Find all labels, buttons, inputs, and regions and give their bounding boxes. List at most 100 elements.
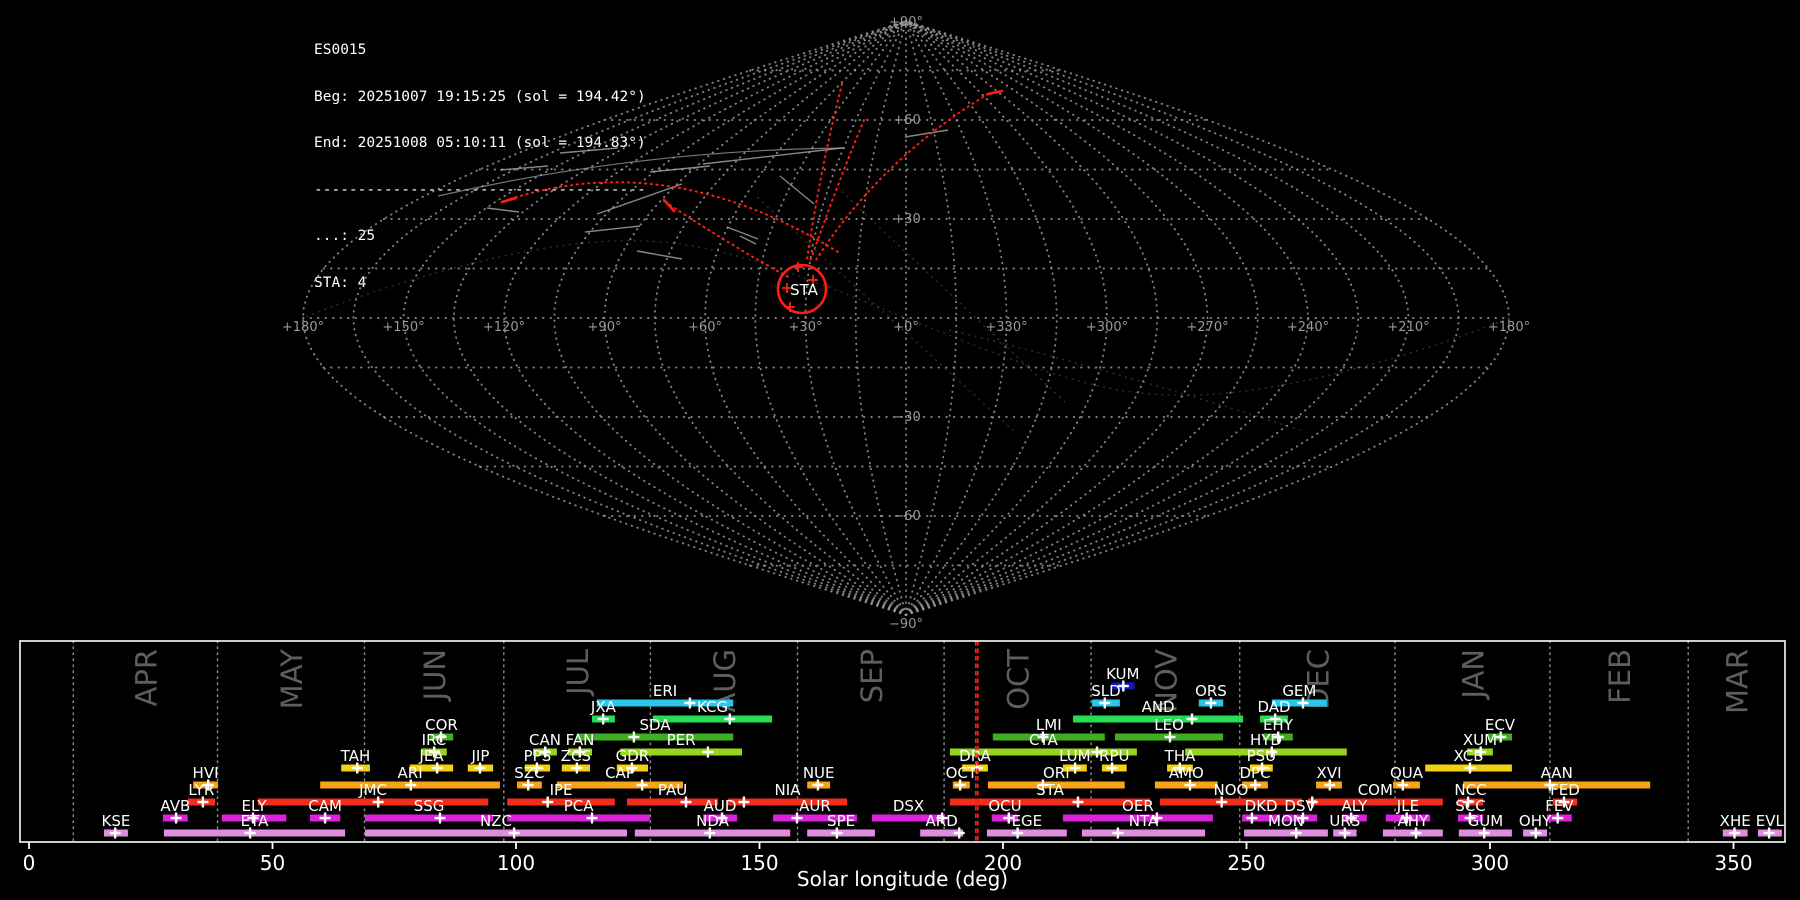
shower-XVI: XVI xyxy=(1316,764,1342,791)
month-label: APR xyxy=(129,649,163,706)
shower-code-label: XVI xyxy=(1317,764,1342,782)
ra-label: +120° xyxy=(483,320,525,335)
shower-code-label: JEA xyxy=(418,747,444,765)
ra-label: +30° xyxy=(789,320,823,335)
shower-code-label: KCG xyxy=(697,698,728,716)
shower-code-label: ARD xyxy=(926,812,958,830)
shower-code-label: EVL xyxy=(1756,812,1785,830)
shower-code-label: NOO xyxy=(1213,781,1248,799)
shower-code-label: LYR xyxy=(188,781,214,799)
month-label: JAN xyxy=(1457,649,1491,701)
month-label: SEP xyxy=(855,649,889,703)
shower-LYR: LYR xyxy=(187,781,216,808)
shower-code-label: JXA xyxy=(590,698,617,716)
activity-bar xyxy=(652,715,773,723)
month-label: MAR xyxy=(1721,649,1755,714)
activity-bar xyxy=(1307,798,1443,806)
activity-bar xyxy=(365,829,627,837)
shower-code-label: SPE xyxy=(827,812,855,830)
shower-code-label: ORI xyxy=(1043,764,1070,782)
south-pole-label: −90° xyxy=(889,617,923,632)
shower-code-label: LEO xyxy=(1154,716,1184,734)
shower-code-label: NTA xyxy=(1129,812,1159,830)
ra-label: +60° xyxy=(688,320,722,335)
shower-code-label: AVB xyxy=(160,797,190,815)
activity-bar xyxy=(1159,798,1302,806)
shower-JIP: JIP xyxy=(467,747,494,774)
shower-TAH: TAH xyxy=(340,747,371,774)
shower-code-label: CTA xyxy=(1029,731,1058,749)
x-axis: 0 50 100 150 200 250 300 350Solar longitude (de… xyxy=(23,842,1753,891)
shower-code-label: NZC xyxy=(480,812,512,830)
shower-code-label: ERI xyxy=(653,682,677,700)
shower-code-label: ARI xyxy=(398,764,423,782)
shower-code-label: ETA xyxy=(241,812,269,830)
shower-code-label: AAN xyxy=(1541,764,1573,782)
shower-AMO: AMO xyxy=(1154,764,1218,791)
shower-code-label: QUA xyxy=(1390,764,1424,782)
activity-bar xyxy=(1081,829,1206,837)
month-label: FEB xyxy=(1603,649,1637,704)
sky-map: +180° +150° +120° +90° +60° +30° +0° +330° +300°… xyxy=(282,15,1530,632)
dec-label: −60 xyxy=(893,509,920,524)
sky-grid-labels: +180° +150° +120° +90° +60° +30° +0° +330° +300°… xyxy=(282,15,1530,632)
current-sol-cursor xyxy=(974,641,979,842)
meteor-trail xyxy=(559,147,619,154)
shower-URS: URS xyxy=(1329,812,1360,839)
shower-code-label: PSU xyxy=(1247,747,1277,765)
shower-code-label: DPC xyxy=(1239,764,1270,782)
shower-code-label: SLD xyxy=(1091,682,1120,700)
month-label: JUL xyxy=(561,649,595,697)
activity-bar xyxy=(1244,829,1328,837)
shower-code-label: PER xyxy=(667,731,696,749)
meteor-trail xyxy=(779,175,815,205)
meteor-trail xyxy=(636,250,683,260)
shower-code-label: EGE xyxy=(1012,812,1043,830)
sky-grid xyxy=(302,20,1510,616)
grid-meridian xyxy=(905,20,1058,616)
shower-code-label: AND xyxy=(1142,698,1175,716)
shower-SLD: SLD xyxy=(1091,682,1121,709)
shower-ARD: ARD xyxy=(920,812,965,839)
shower-code-label: DSX xyxy=(893,797,924,815)
faint-reference-line xyxy=(841,191,1066,403)
shower-code-label: MON xyxy=(1268,812,1304,830)
ra-label: +180° xyxy=(282,320,324,335)
shower-code-label: GDR xyxy=(616,747,650,765)
shower-trail-head xyxy=(500,196,518,204)
shower-code-label: CAM xyxy=(308,797,342,815)
shower-SZC: SZC xyxy=(514,764,545,791)
shower-code-label: ZCS xyxy=(561,747,591,765)
month-label: MAY xyxy=(275,649,309,710)
axis-tick-label: 150 xyxy=(740,851,778,875)
activity-bar xyxy=(507,798,615,806)
shower-code-label: PPS xyxy=(524,747,552,765)
shower-code-label: GUM xyxy=(1468,812,1504,830)
shower-code-label: JMC xyxy=(358,781,387,799)
grid-meridian xyxy=(754,20,907,616)
shower-code-label: CAP xyxy=(605,764,635,782)
month-label: JUN xyxy=(418,649,452,702)
shower-code-label: XHE xyxy=(1720,812,1751,830)
meteor-station-plot: ES0015 Beg: 20251007 19:15:25 (sol = 194… xyxy=(0,0,1800,900)
north-pole-label: +90° xyxy=(889,15,923,30)
shower-JXA: JXA xyxy=(590,698,617,725)
axis-tick-label: 0 xyxy=(23,851,36,875)
shower-XCB: XCB xyxy=(1425,747,1512,774)
shower-trail xyxy=(806,83,843,261)
grid-meridian xyxy=(503,20,907,616)
shower-RPU: RPU xyxy=(1099,747,1130,774)
shower-code-label: SZC xyxy=(514,764,544,782)
shower-code-label: KSE xyxy=(102,812,131,830)
shower-code-label: KUM xyxy=(1106,665,1139,683)
shower-code-label: TAH xyxy=(340,747,371,765)
shower-trails: STA xyxy=(500,83,1004,315)
shower-code-label: AHY xyxy=(1397,812,1429,830)
month-label: OCT xyxy=(1002,649,1036,710)
shower-CAM: CAM xyxy=(308,797,342,824)
ra-label: +90° xyxy=(588,320,622,335)
dec-label: +60 xyxy=(893,113,920,128)
shower-code-label: RPU xyxy=(1099,747,1129,765)
shower-code-label: OHY xyxy=(1519,812,1552,830)
ra-label: +240° xyxy=(1287,320,1329,335)
